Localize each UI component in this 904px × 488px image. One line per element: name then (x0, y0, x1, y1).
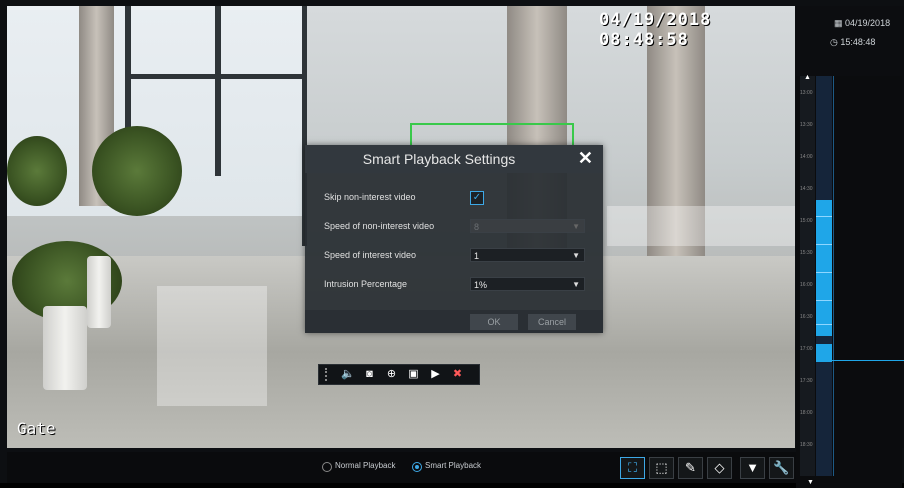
floor-reflection (157, 286, 267, 406)
chevron-down-icon: ▼ (572, 280, 580, 289)
recording-segment[interactable] (816, 200, 832, 336)
glass-rail (607, 206, 795, 246)
panel-date-text: 04/19/2018 (845, 18, 891, 28)
event-stripe (816, 216, 832, 217)
delete-icon[interactable]: ✖ (451, 368, 464, 381)
floating-toolbar: 🔈 ◙ ⊕ ▣ ▶ ✖ (318, 364, 480, 385)
normal-playback-radio[interactable] (322, 462, 332, 472)
bookmark-icon[interactable]: ▣ (407, 368, 420, 381)
scroll-up-icon[interactable]: ▲ (804, 74, 811, 81)
intrusion-percentage-label: Intrusion Percentage (324, 279, 408, 289)
tick-label: 15:30 (800, 250, 813, 256)
panel-time-text: 15:48:48 (840, 37, 876, 47)
playhead-marker[interactable] (816, 360, 904, 361)
non-interest-speed-label: Speed of non-interest video (324, 221, 435, 231)
plant-pot (87, 256, 111, 328)
skip-non-interest-label: Skip non-interest video (324, 192, 416, 202)
event-stripe (816, 300, 832, 301)
tick-label: 14:00 (800, 154, 813, 160)
close-icon[interactable]: ✕ (578, 148, 593, 169)
smart-playback-settings-dialog: Smart Playback Settings ✕ Skip non-inter… (305, 145, 603, 333)
grip-icon[interactable] (325, 368, 331, 381)
channel-name: Gate (17, 419, 56, 438)
mute-icon[interactable]: 🔈 (341, 368, 355, 381)
interest-speed-label: Speed of interest video (324, 250, 417, 260)
panel-time: ◷ 15:48:48 (830, 37, 875, 48)
plant-pot (43, 306, 87, 390)
window-frame (215, 6, 221, 176)
calendar-icon: ▦ (834, 18, 843, 28)
ok-button[interactable]: OK (470, 314, 518, 330)
normal-playback-label[interactable]: Normal Playback (335, 461, 395, 470)
settings-wrench-icon[interactable]: 🔧 (769, 457, 794, 479)
non-interest-speed-value: 8 (474, 222, 480, 232)
tick-label: 13:00 (800, 90, 813, 96)
event-stripe (816, 324, 832, 325)
line-draw-icon[interactable]: ✎ (678, 457, 703, 479)
panel-date: ▦ 04/19/2018 (834, 18, 890, 29)
skip-non-interest-checkbox[interactable]: ✓ (470, 191, 484, 205)
tick-label: 16:00 (800, 282, 813, 288)
interest-speed-value: 1 (474, 251, 480, 261)
timeline-panel: ▦ 04/19/2018 ◷ 15:48:48 ▲ 13:00 13:30 14… (796, 6, 904, 488)
event-stripe (816, 244, 832, 245)
smart-playback-label[interactable]: Smart Playback (425, 461, 481, 470)
interest-speed-select[interactable]: 1 ▼ (470, 248, 585, 262)
event-stripe (816, 272, 832, 273)
time-scale[interactable]: ▲ 13:00 13:30 14:00 14:30 15:00 15:30 16… (800, 74, 815, 486)
zoom-icon[interactable]: ⊕ (385, 368, 398, 381)
playback-screen: 04/19/2018 08:48:58 Gate 🔈 ◙ ⊕ ▣ ▶ ✖ Sma… (0, 0, 904, 488)
non-interest-speed-select[interactable]: 8 ▼ (470, 219, 585, 233)
cancel-button[interactable]: Cancel (528, 314, 576, 330)
tick-label: 18:30 (800, 442, 813, 448)
plant (92, 126, 182, 216)
record-icon[interactable]: ▶ (429, 368, 442, 381)
plant (7, 136, 67, 206)
tick-label: 13:30 (800, 122, 813, 128)
filter-icon[interactable]: ▼ (740, 457, 765, 479)
bottom-toolbar: Normal Playback Smart Playback ⛶ ⬚ ✎ ◇ ▼… (7, 452, 796, 483)
smart-playback-radio[interactable] (412, 462, 422, 472)
intrusion-percentage-value: 1% (474, 280, 488, 290)
window-frame (125, 74, 305, 79)
dialog-title: Smart Playback Settings (362, 151, 516, 167)
tick-label: 16:30 (800, 314, 813, 320)
diamond-icon[interactable]: ◇ (707, 457, 732, 479)
dialog-footer: OK Cancel (305, 310, 603, 333)
timeline-divider (833, 76, 834, 476)
dialog-header: Smart Playback Settings ✕ (305, 145, 603, 173)
video-timestamp: 04/19/2018 08:48:58 (599, 10, 712, 50)
smart-select-icon[interactable]: ⛶ (620, 457, 645, 479)
timeline[interactable]: ▲ 13:00 13:30 14:00 14:30 15:00 15:30 16… (796, 74, 904, 488)
intrusion-percentage-select[interactable]: 1% ▼ (470, 277, 585, 291)
tick-label: 15:00 (800, 218, 813, 224)
tick-label: 17:00 (800, 346, 813, 352)
tick-label: 14:30 (800, 186, 813, 192)
snapshot-icon[interactable]: ◙ (363, 368, 376, 381)
tick-label: 17:30 (800, 378, 813, 384)
clock-icon: ◷ (830, 37, 838, 47)
chevron-down-icon: ▼ (572, 222, 580, 231)
region-select-icon[interactable]: ⬚ (649, 457, 674, 479)
chevron-down-icon: ▼ (572, 251, 580, 260)
tick-label: 18:00 (800, 410, 813, 416)
